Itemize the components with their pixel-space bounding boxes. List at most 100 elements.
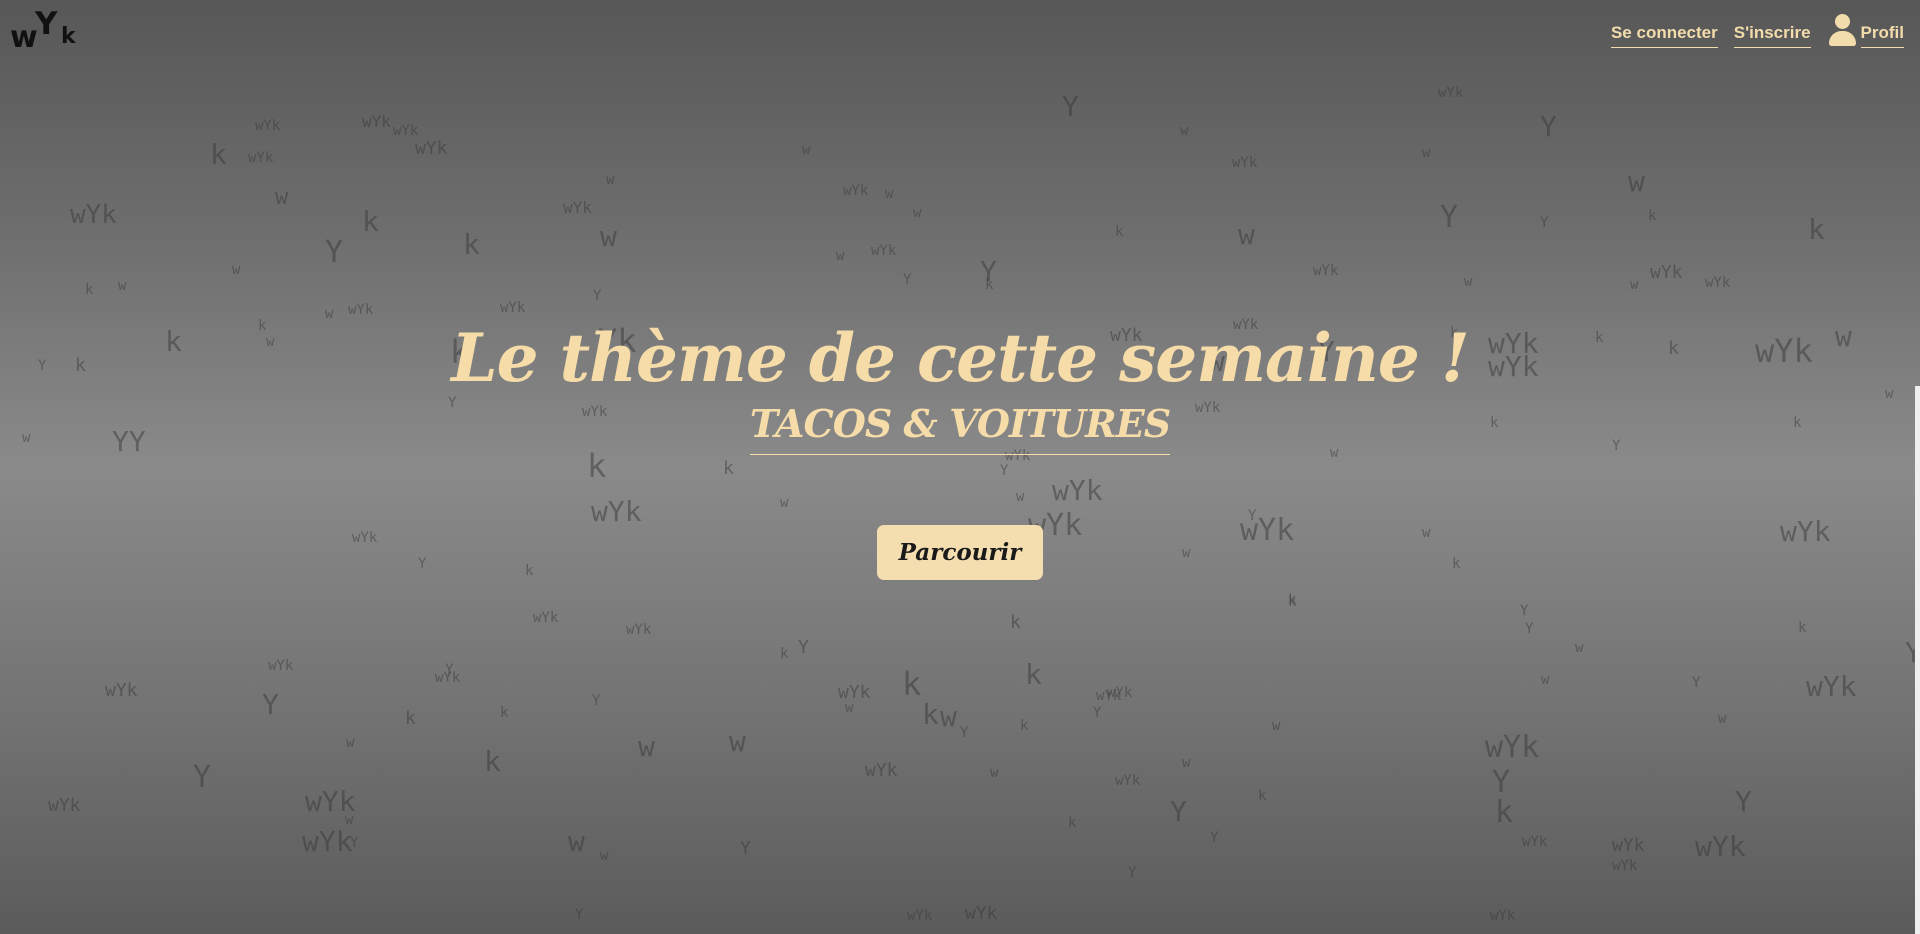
background-letter: wYk xyxy=(965,903,998,924)
background-letter: Y xyxy=(740,838,751,859)
scrollbar[interactable] xyxy=(1915,386,1920,934)
background-letter: w xyxy=(1718,711,1727,727)
background-letter: k xyxy=(500,705,509,721)
background-letter: k xyxy=(1808,213,1825,246)
background-letter: Y xyxy=(960,725,969,741)
background-letter: k xyxy=(1020,718,1029,734)
background-letter: wYk xyxy=(1806,670,1857,703)
background-letter: Y xyxy=(350,835,359,851)
background-letter: Y xyxy=(980,255,997,288)
background-letter: wYk xyxy=(865,760,898,781)
background-letter: Y xyxy=(1540,215,1549,231)
user-icon xyxy=(1827,14,1857,48)
background-letter: wYk xyxy=(533,610,559,626)
background-letter: wYk xyxy=(70,200,117,230)
background-letter: Y xyxy=(193,760,212,795)
background-letter: Y xyxy=(1210,830,1219,846)
background-letter: wYk xyxy=(1705,275,1731,291)
background-letter: Y xyxy=(1540,110,1557,143)
background-letter: k xyxy=(85,282,94,298)
background-letter: wYk xyxy=(1485,730,1540,765)
browse-button[interactable]: Parcourir xyxy=(876,524,1044,580)
background-letter: w xyxy=(1630,277,1639,293)
background-letter: w xyxy=(885,186,894,202)
background-letter: wYk xyxy=(415,138,448,159)
background-letter: w xyxy=(232,262,241,278)
background-letter: wYk xyxy=(393,123,419,139)
background-letter: wYk xyxy=(48,795,81,816)
background-letter: k xyxy=(405,708,416,729)
background-letter: w xyxy=(845,700,854,716)
background-letter: wYk xyxy=(1107,685,1133,701)
background-letter: w xyxy=(275,185,289,210)
background-letter: k xyxy=(1010,612,1021,633)
background-letter: k xyxy=(463,228,480,261)
background-letter: k xyxy=(1115,224,1124,240)
background-letter: Y xyxy=(1128,865,1137,881)
theme-underline-container: TACOS & VOITURES xyxy=(749,401,1171,455)
wyk-logo[interactable]: w Y k xyxy=(10,6,90,55)
background-letter: Y xyxy=(592,693,601,709)
background-letter: wYk xyxy=(435,670,461,686)
background-letter: Y xyxy=(262,688,279,721)
background-letter: Y xyxy=(798,637,809,658)
background-letter: w xyxy=(600,848,609,864)
background-letter: wYk xyxy=(348,302,374,318)
background-letter: k xyxy=(1288,592,1297,608)
background-letter: k xyxy=(362,205,379,238)
background-letter: w xyxy=(1182,755,1191,771)
background-letter: w xyxy=(1180,123,1189,139)
background-letter: Y xyxy=(445,662,454,678)
background-letter: w xyxy=(1575,640,1584,656)
background-letter: Y xyxy=(1735,785,1752,818)
background-letter: w xyxy=(1541,672,1550,688)
background-letter: w xyxy=(990,765,999,781)
background-letter: k xyxy=(780,646,789,662)
login-link[interactable]: Se connecter xyxy=(1610,23,1718,48)
background-letter: k xyxy=(210,138,227,171)
background-letter: Y xyxy=(1440,200,1459,235)
page-title: Le thème de cette semaine ! xyxy=(451,319,1470,397)
logo-letter-w: w xyxy=(10,20,38,55)
background-letter: wYk xyxy=(1522,834,1548,850)
background-letter: wYk xyxy=(302,825,353,858)
background-letter: k xyxy=(1068,815,1077,831)
background-letter: w xyxy=(1628,165,1645,198)
background-letter: wYk xyxy=(268,658,294,674)
background-letter: w xyxy=(638,730,655,763)
background-letter: Y xyxy=(1492,765,1511,800)
background-letter: wYk xyxy=(248,150,274,166)
background-letter: wYk xyxy=(305,785,356,818)
background-letter: Y xyxy=(903,272,912,288)
background-letter: wYk xyxy=(1490,908,1516,924)
top-nav: Se connecter S'inscrire Profil xyxy=(1610,14,1904,48)
background-letter: Y xyxy=(593,288,602,304)
background-letter: k xyxy=(902,665,922,703)
background-letter: w xyxy=(325,306,334,322)
background-letter: w xyxy=(600,220,617,253)
background-letter: wYk xyxy=(907,908,933,924)
profile-label[interactable]: Profil xyxy=(1860,23,1904,48)
background-letter: Y xyxy=(1692,675,1701,691)
signup-link[interactable]: S'inscrire xyxy=(1733,23,1811,48)
background-letter: wYk xyxy=(843,183,869,199)
background-letter: Y xyxy=(1062,90,1079,123)
background-letter: Y xyxy=(1093,705,1102,721)
background-letter: w xyxy=(836,248,845,264)
background-letter: wYk xyxy=(1650,262,1683,283)
background-letter: wYk xyxy=(255,118,281,134)
background-letter: wYk xyxy=(362,112,391,131)
background-letter: w xyxy=(1464,274,1473,290)
background-letter: wYk xyxy=(1612,835,1645,856)
background-letter: Y xyxy=(575,907,584,923)
background-letter: wYk xyxy=(563,198,592,217)
background-letter: w xyxy=(118,278,127,294)
hero-section: Le thème de cette semaine ! TACOS & VOIT… xyxy=(0,322,1920,580)
profile-link[interactable]: Profil xyxy=(1827,14,1904,48)
background-letter: wYk xyxy=(1096,688,1122,704)
background-letter: w xyxy=(606,172,615,188)
background-letter: wYk xyxy=(1612,858,1638,874)
background-letter: k xyxy=(1258,788,1267,804)
background-letter: Y xyxy=(1525,621,1534,637)
background-letter: Y xyxy=(1170,795,1187,828)
